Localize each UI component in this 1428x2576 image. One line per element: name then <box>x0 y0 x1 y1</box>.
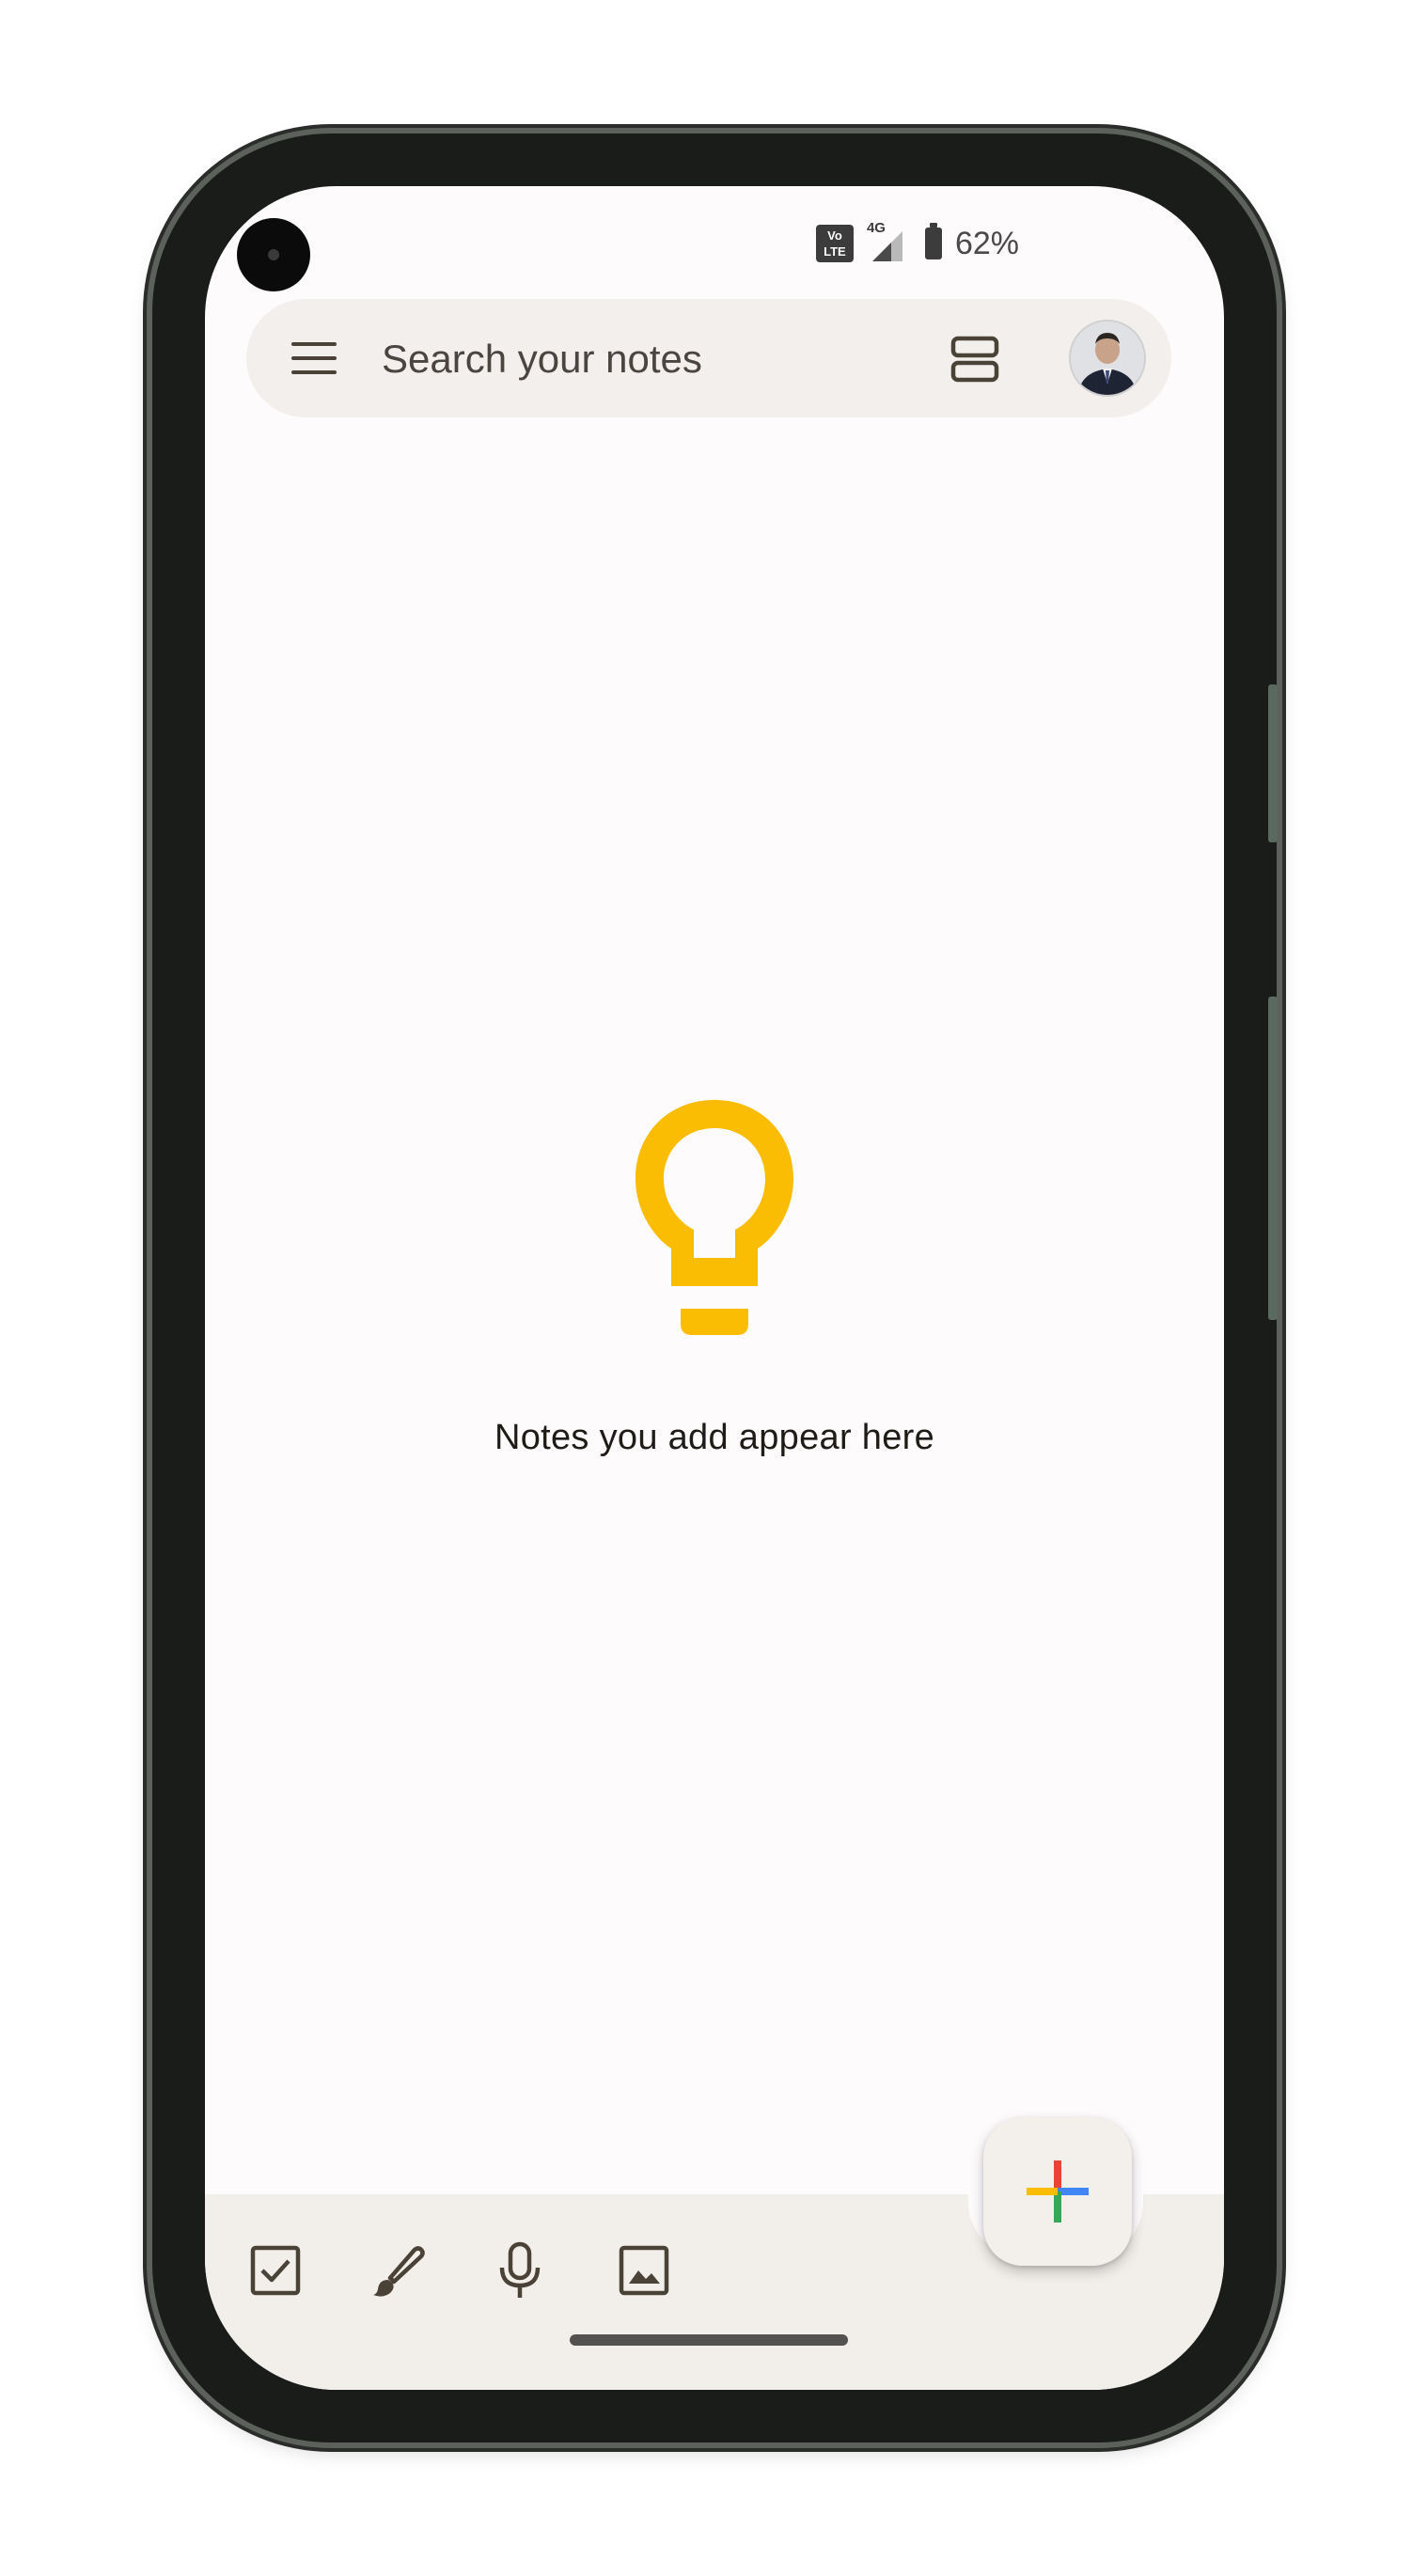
lightbulb-icon <box>636 1100 793 1335</box>
microphone-icon <box>499 2241 541 2298</box>
volume-button <box>1268 997 1278 1320</box>
list-view-icon[interactable] <box>949 335 1002 384</box>
volte-icon: Vo LTE <box>815 225 854 262</box>
empty-state-message: Notes you add appear here <box>494 1418 935 1457</box>
signal-icon: 4G <box>867 220 904 263</box>
new-list-button[interactable] <box>243 2238 308 2303</box>
new-image-note-button[interactable] <box>611 2238 677 2303</box>
battery-icon <box>924 223 942 259</box>
status-bar: Vo LTE 4G 62% <box>815 220 1019 263</box>
hamburger-menu-icon[interactable] <box>290 335 338 382</box>
brush-icon <box>373 2246 425 2297</box>
new-drawing-button[interactable] <box>365 2238 431 2303</box>
power-button <box>1268 684 1278 842</box>
home-indicator[interactable] <box>570 2334 848 2346</box>
search-input[interactable] <box>380 325 910 393</box>
new-audio-note-button[interactable] <box>487 2238 553 2303</box>
front-camera <box>237 218 310 291</box>
new-note-fab[interactable] <box>983 2117 1132 2266</box>
image-icon <box>619 2245 669 2296</box>
battery-percent: 62% <box>954 225 1019 261</box>
search-bar[interactable] <box>246 299 1171 417</box>
google-plus-icon <box>1027 2160 1089 2223</box>
checkbox-icon <box>250 2245 301 2296</box>
volte-bottom-text: LTE <box>824 244 846 259</box>
account-avatar[interactable] <box>1069 320 1146 397</box>
volte-top-text: Vo <box>827 228 842 243</box>
app-screen: Vo LTE 4G 62% Search your notes Notes yo… <box>205 186 1224 2390</box>
empty-state: Notes you add appear here <box>205 1087 1224 1458</box>
